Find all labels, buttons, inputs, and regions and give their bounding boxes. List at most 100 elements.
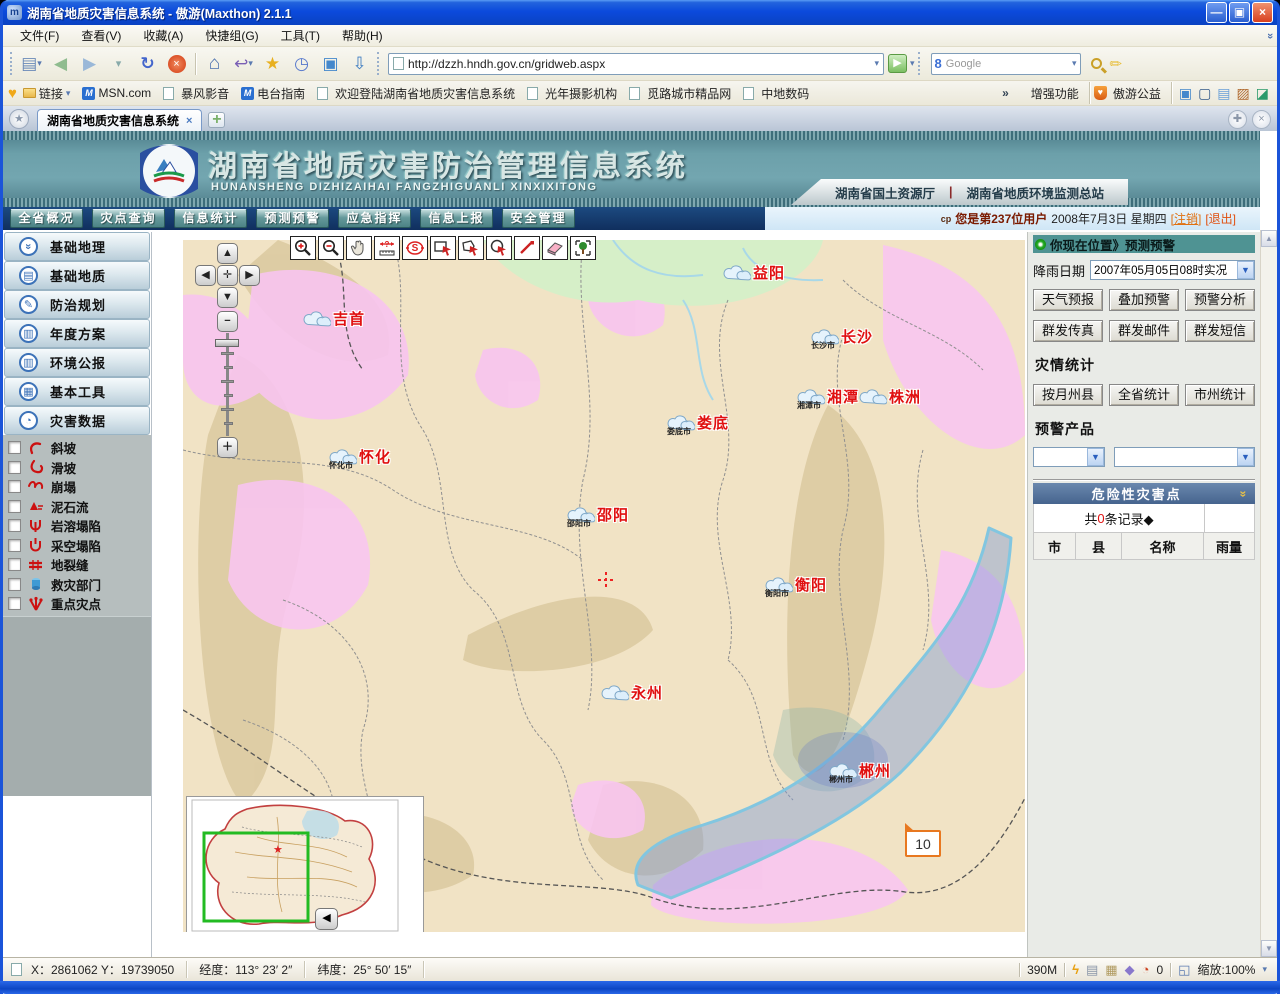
back-button[interactable]: ◀ xyxy=(47,50,74,77)
nav-tab-overview[interactable]: 全省概况 xyxy=(10,209,83,228)
city-marker[interactable]: 娄底市娄底 xyxy=(665,412,729,433)
eraser-tool[interactable] xyxy=(542,236,568,260)
zoom-level[interactable]: 缩放:100% xyxy=(1197,961,1255,978)
menu-help[interactable]: 帮助(H) xyxy=(331,25,394,46)
zoom-out-tool[interactable] xyxy=(318,236,344,260)
checkbox[interactable] xyxy=(8,558,21,571)
pan-right-button[interactable]: ▶ xyxy=(239,265,260,286)
menu-file[interactable]: 文件(F) xyxy=(9,25,70,46)
sidebar-item-basic-tools[interactable]: ▦基本工具 xyxy=(4,377,150,406)
window-icon[interactable]: ▢ xyxy=(1198,85,1211,102)
restore-button[interactable]: ▣ xyxy=(1229,2,1250,23)
city-marker[interactable]: 怀化市怀化 xyxy=(327,446,391,467)
menu-groups[interactable]: 快捷组(G) xyxy=(194,25,269,46)
mass-sms-button[interactable]: 群发短信 xyxy=(1185,320,1255,342)
bookmark-item[interactable]: 暴风影音 xyxy=(163,85,229,102)
map-view[interactable]: ▲ ◀ ✛ ▶ ▼ − ＋ 吉首 益阳 xyxy=(183,240,1025,932)
forward-button[interactable]: ▶ xyxy=(76,50,103,77)
maxthon-shield-icon[interactable]: ♥ xyxy=(1094,86,1107,100)
link-geo-monitor[interactable]: 湖南省地质环境监测总站 xyxy=(966,183,1104,202)
warning-analysis-button[interactable]: 预警分析 xyxy=(1185,289,1255,311)
nav-tab-emergency[interactable]: 应急指挥 xyxy=(338,209,411,228)
url-dropdown-icon[interactable]: ▾ xyxy=(874,58,879,69)
zoom-minus-button[interactable]: − xyxy=(217,311,238,332)
checkbox[interactable] xyxy=(8,441,21,454)
computer-icon[interactable]: ▣ xyxy=(1179,85,1192,102)
circle-select-tool[interactable] xyxy=(486,236,512,260)
checkbox[interactable] xyxy=(8,519,21,532)
dropdown-arrow-icon[interactable]: ▼ xyxy=(1237,448,1254,466)
checkbox[interactable] xyxy=(8,500,21,513)
new-tab-button[interactable]: + xyxy=(208,112,225,128)
sidebar-item-prevention-plan[interactable]: ✎防治规划 xyxy=(4,290,150,319)
checkbox[interactable] xyxy=(8,597,21,610)
scale-tool[interactable]: S xyxy=(402,236,428,260)
search-go-icon[interactable] xyxy=(1091,58,1102,69)
sidebar-item-env-bulletin[interactable]: ▥环境公报 xyxy=(4,348,150,377)
dropdown-arrow-icon[interactable]: ▼ xyxy=(1087,448,1104,466)
tab-manager-button[interactable]: ▣ xyxy=(317,50,344,77)
page-scrollbar[interactable]: ▲ ▼ xyxy=(1260,230,1277,957)
refresh-button[interactable]: ↻ xyxy=(134,50,161,77)
pan-down-button[interactable]: ▼ xyxy=(217,287,238,308)
rainfall-flag[interactable]: 10 xyxy=(905,830,941,857)
bookmark-item[interactable]: 光年摄影机构 xyxy=(527,85,617,102)
history-clock-button[interactable]: ◷ xyxy=(288,50,315,77)
menu-favorites[interactable]: 收藏(A) xyxy=(132,25,194,46)
rain-date-select[interactable]: 2007年05月05日08时实况 ▼ xyxy=(1090,260,1255,280)
home-button[interactable]: ⌂ xyxy=(201,50,228,77)
sidebar-item-base-geography[interactable]: »基础地理 xyxy=(4,232,150,261)
city-marker[interactable]: 永州 xyxy=(599,682,663,703)
zoom-plus-button[interactable]: ＋ xyxy=(217,437,238,458)
pan-up-button[interactable]: ▲ xyxy=(217,243,238,264)
checkbox[interactable] xyxy=(8,461,21,474)
exit-link[interactable]: [退出] xyxy=(1205,210,1236,227)
bookmark-item[interactable]: 觅路城市精品网 xyxy=(629,85,731,102)
menu-tools[interactable]: 工具(T) xyxy=(270,25,331,46)
pan-left-button[interactable]: ◀ xyxy=(195,265,216,286)
tab-active[interactable]: 湖南省地质灾害信息系统 × xyxy=(37,109,202,131)
magic-fill-button[interactable]: ★ xyxy=(259,50,286,77)
product-item-select[interactable]: ▼ xyxy=(1114,447,1255,467)
city-marker[interactable]: 衡阳市衡阳 xyxy=(763,574,827,595)
blocked-count-icon[interactable]: ◔ xyxy=(1142,963,1150,976)
overlay-warning-button[interactable]: 叠加预警 xyxy=(1109,289,1179,311)
bookmark-item[interactable]: M电台指南 xyxy=(241,85,305,102)
mass-fax-button[interactable]: 群发传真 xyxy=(1033,320,1103,342)
collapse-chevrons-icon[interactable]: » xyxy=(1237,490,1251,497)
polygon-select-tool[interactable] xyxy=(458,236,484,260)
undo-button[interactable]: ↩▾ xyxy=(230,50,257,77)
redline-tool[interactable] xyxy=(514,236,540,260)
city-marker[interactable]: 湘潭市湘潭 xyxy=(795,386,859,407)
filter-icon[interactable]: ▦ xyxy=(1105,963,1117,976)
boost-lightning-icon[interactable]: ϟ xyxy=(1072,963,1079,976)
pan-tool[interactable] xyxy=(346,236,372,260)
bookmark-item[interactable]: 欢迎登陆湖南省地质灾害信息系统 xyxy=(317,85,515,102)
city-stats-button[interactable]: 市州统计 xyxy=(1185,384,1255,406)
popup-blocker-icon[interactable]: ▤ xyxy=(1086,963,1098,976)
mass-email-button[interactable]: 群发邮件 xyxy=(1109,320,1179,342)
notes-icon[interactable]: ▤ xyxy=(1217,85,1230,102)
nav-tab-stats[interactable]: 信息统计 xyxy=(174,209,247,228)
address-bar[interactable]: http://dzzh.hndh.gov.cn/gridweb.aspx ▾ xyxy=(388,53,884,75)
danger-points-header[interactable]: 危险性灾害点 » xyxy=(1033,483,1255,504)
checkbox[interactable] xyxy=(8,480,21,493)
search-dropdown-icon[interactable]: ▾ xyxy=(1072,58,1077,69)
nav-tab-security[interactable]: 安全管理 xyxy=(502,209,575,228)
close-all-button[interactable]: × xyxy=(1252,110,1271,129)
checkbox[interactable] xyxy=(8,539,21,552)
link-land-resources[interactable]: 湖南省国土资源厅 xyxy=(835,183,935,202)
minimize-button[interactable]: — xyxy=(1206,2,1227,23)
city-marker[interactable]: 邵阳市邵阳 xyxy=(565,504,629,525)
dropdown-arrow-icon[interactable]: ▼ xyxy=(1237,261,1254,279)
package-icon[interactable]: ◪ xyxy=(1256,85,1269,102)
charity-link[interactable]: 傲游公益 xyxy=(1113,85,1161,102)
center-button[interactable]: ✛ xyxy=(217,265,238,286)
close-button[interactable]: × xyxy=(1252,2,1273,23)
overview-minimap[interactable]: ★ ◀ xyxy=(186,796,424,932)
stop-button[interactable]: × xyxy=(163,50,190,77)
logout-link[interactable]: [注销] xyxy=(1171,210,1202,227)
url-text[interactable]: http://dzzh.hndh.gov.cn/gridweb.aspx xyxy=(408,57,874,71)
weather-forecast-button[interactable]: 天气预报 xyxy=(1033,289,1103,311)
settings-wrench-button[interactable]: ✚ xyxy=(1228,110,1247,129)
